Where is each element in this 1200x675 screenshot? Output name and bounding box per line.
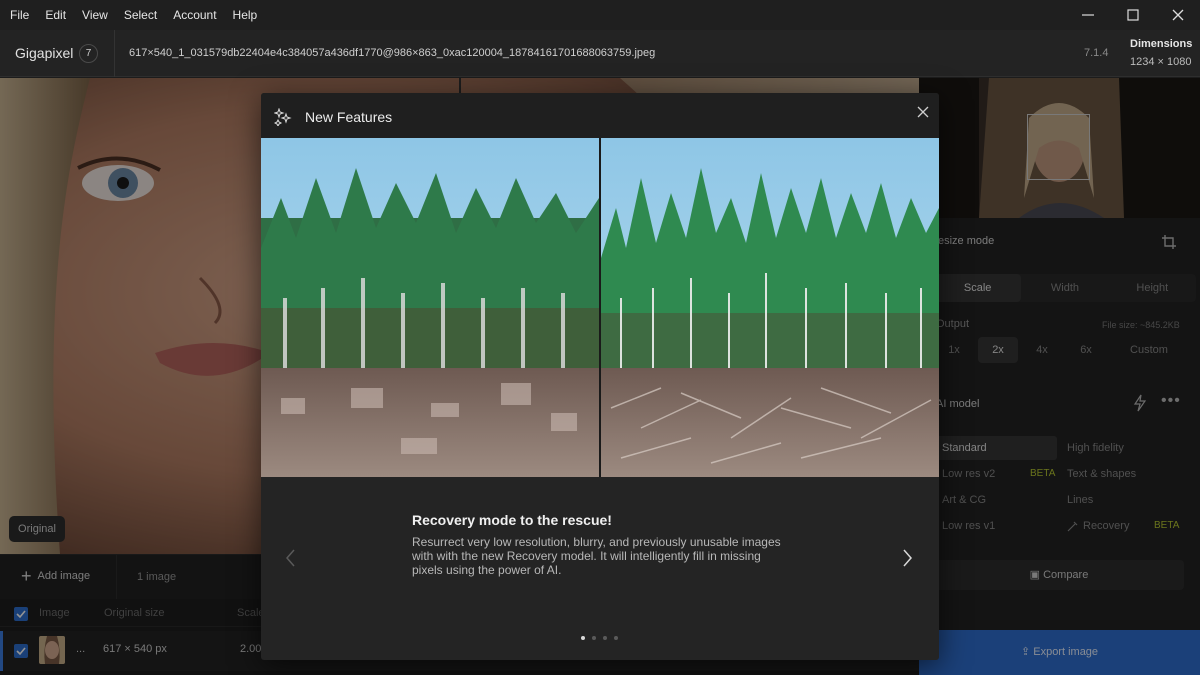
menu-bar: File Edit View Select Account Help [0,0,1200,30]
menu-edit[interactable]: Edit [37,0,74,30]
dimensions-label: Dimensions [1130,38,1193,50]
dialog-title: New Features [305,109,393,125]
chevron-right-icon[interactable] [901,548,913,568]
window-controls [1065,0,1200,30]
comparison-divider [599,138,601,477]
app-window: File Edit View Select Account Help Gigap… [0,0,1200,675]
page-dot-1[interactable] [581,636,585,640]
page-dot-4[interactable] [614,636,618,640]
feature-description: Resurrect very low resolution, blurry, a… [412,535,781,577]
menu-view[interactable]: View [74,0,116,30]
menu-help[interactable]: Help [225,0,266,30]
minimize-icon [1081,14,1094,16]
forest-comparison-image [261,138,939,477]
feature-title: Recovery mode to the rescue! [412,512,612,528]
close-icon [1172,9,1183,21]
maximize-button[interactable] [1110,0,1155,30]
divider [114,30,115,77]
maximize-icon [1126,9,1139,21]
chevron-left-icon[interactable] [285,548,297,568]
close-window-button[interactable] [1155,0,1200,30]
version-badge: 7 [79,44,98,63]
before-after-comparison [261,138,939,477]
page-dot-2[interactable] [592,636,596,640]
file-name: 617×540_1_031579db22404e4c384057a436df17… [129,47,656,59]
app-version: 7.1.4 [1084,47,1109,59]
menu-account[interactable]: Account [165,0,224,30]
sparkles-icon [274,108,292,126]
new-features-dialog: New Features Recovery mode to the rescue… [261,93,939,660]
pagination-dots [581,636,618,640]
minimize-button[interactable] [1065,0,1110,30]
menu-select[interactable]: Select [116,0,165,30]
menu-file[interactable]: File [2,0,37,30]
dimensions-value: 1234 × 1080 [1130,56,1192,68]
close-icon[interactable] [916,105,930,119]
app-name: Gigapixel [15,45,74,61]
dialog-header: New Features [261,93,939,138]
title-bar: Gigapixel 7 617×540_1_031579db22404e4c38… [0,30,1200,77]
page-dot-3[interactable] [603,636,607,640]
